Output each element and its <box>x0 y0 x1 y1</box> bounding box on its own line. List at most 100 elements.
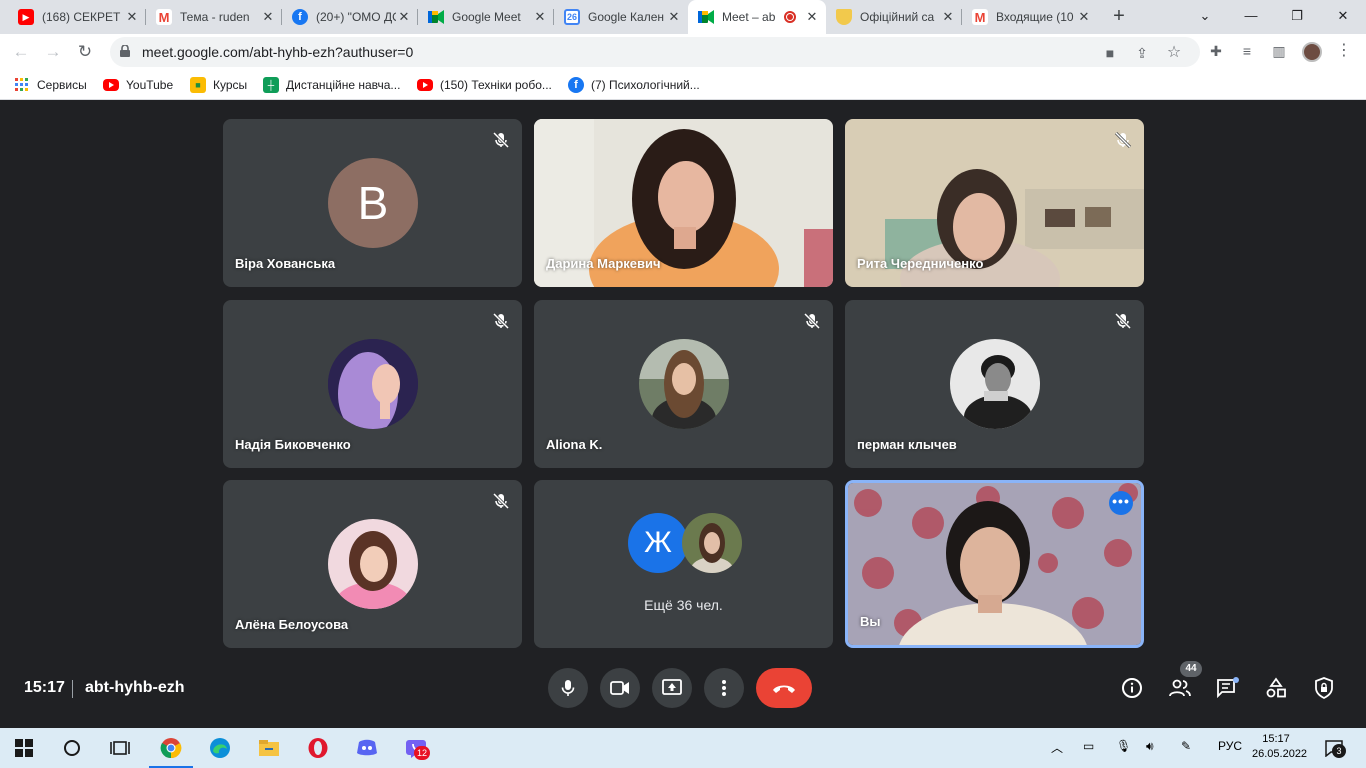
facebook-icon: f <box>292 9 308 25</box>
input-language[interactable]: РУС <box>1218 739 1242 753</box>
media-control-icon[interactable]: ≡ <box>1237 41 1257 61</box>
close-tab-icon[interactable]: ✕ <box>532 9 548 25</box>
mic-off-icon <box>492 492 510 510</box>
self-video <box>848 483 1141 645</box>
meeting-details-button[interactable] <box>1119 675 1145 701</box>
bookmark-techniques[interactable]: (150) Техніки робо... <box>417 76 552 94</box>
browser-tab-strip: ▶ (168) СЕКРЕТ ✕ M Тема - ruden ✕ f (20+… <box>0 0 1366 34</box>
tab-search-chevron-icon[interactable]: ⌄ <box>1182 0 1228 34</box>
reload-button[interactable]: ↻ <box>74 41 96 63</box>
chrome-icon[interactable] <box>149 736 193 768</box>
opera-icon[interactable] <box>306 736 330 760</box>
bookmark-youtube[interactable]: YouTube <box>103 76 173 94</box>
coat-of-arms-icon <box>836 9 852 25</box>
close-tab-icon[interactable]: ✕ <box>666 9 682 25</box>
extensions-icon[interactable]: ✚ <box>1206 41 1226 61</box>
tab-title: Офіційний са <box>860 10 935 24</box>
system-time: 15:17 <box>1262 733 1290 745</box>
host-controls-button[interactable] <box>1311 675 1337 701</box>
participant-tile[interactable]: В Віра Хованська <box>223 119 522 287</box>
activities-button[interactable] <box>1263 675 1289 701</box>
tab-youtube[interactable]: ▶ (168) СЕКРЕТ ✕ <box>8 4 146 30</box>
close-window-button[interactable]: ✕ <box>1320 0 1366 34</box>
tab-gmail-topic[interactable]: M Тема - ruden ✕ <box>146 4 282 30</box>
meeting-clock: 15:17 <box>24 679 65 696</box>
participant-name: перман клычев <box>857 437 957 452</box>
participant-tile[interactable]: Дарина Маркевич <box>534 119 833 287</box>
browser-menu-icon[interactable]: ⋮ <box>1334 41 1354 61</box>
shield-lock-icon <box>1315 677 1333 699</box>
camera-in-use-icon[interactable]: ■ <box>1100 43 1120 63</box>
activities-shapes-icon <box>1266 677 1286 698</box>
windows-taskbar: 12 ︿ ▭ 🎙︎ 🔊︎ ✎ РУС 15:17 26.05.2022 3 <box>0 728 1366 768</box>
task-view-icon[interactable] <box>108 736 132 760</box>
camera-button[interactable] <box>600 668 640 708</box>
side-panel-icon[interactable]: ▥ <box>1269 41 1289 61</box>
close-tab-icon[interactable]: ✕ <box>396 9 412 25</box>
google-meet-icon <box>428 9 444 25</box>
volume-icon[interactable]: 🔊︎ <box>1146 739 1154 754</box>
microphone-tray-icon[interactable]: 🎙︎ <box>1116 739 1131 753</box>
bookmark-label: (7) Психологічний... <box>591 78 700 92</box>
file-explorer-icon[interactable] <box>257 736 281 760</box>
viber-icon[interactable]: 12 <box>404 736 430 760</box>
gmail-icon: M <box>972 9 988 25</box>
bookmark-label: (150) Техніки робо... <box>440 78 552 92</box>
profile-avatar[interactable] <box>1302 42 1322 62</box>
classroom-icon: ■ <box>190 77 206 93</box>
system-clock[interactable]: 15:17 26.05.2022 <box>1252 732 1307 762</box>
close-tab-icon[interactable]: ✕ <box>940 9 956 25</box>
forward-button[interactable]: → <box>42 41 64 63</box>
tab-google-calendar[interactable]: 26 Google Кален ✕ <box>554 4 688 30</box>
bookmark-courses[interactable]: ■ Курсы <box>190 76 247 94</box>
tab-title: Тема - ruden <box>180 10 250 24</box>
close-tab-icon[interactable]: ✕ <box>124 9 140 25</box>
microphone-button[interactable] <box>548 668 588 708</box>
participant-tile[interactable]: Рита Чередниченко <box>845 119 1144 287</box>
new-tab-button[interactable]: + <box>1108 6 1130 28</box>
info-icon <box>1122 678 1142 698</box>
notification-center-icon[interactable]: 3 <box>1322 736 1346 760</box>
leave-call-button[interactable] <box>756 668 812 708</box>
pen-icon[interactable]: ✎ <box>1181 739 1191 753</box>
bookmark-psychology[interactable]: f (7) Психологічний... <box>568 76 700 94</box>
windows-start-icon[interactable] <box>12 736 36 760</box>
share-icon[interactable]: ⇪ <box>1132 43 1152 63</box>
participant-name: Алёна Белоусова <box>235 617 349 632</box>
more-options-icon[interactable]: ••• <box>1109 491 1133 515</box>
tab-facebook[interactable]: f (20+) "ОМО ДО ✕ <box>282 4 418 30</box>
more-participants-tile[interactable]: Ж Ещё 36 чел. <box>534 480 833 648</box>
edge-icon[interactable] <box>208 736 232 760</box>
bookmark-star-icon[interactable]: ☆ <box>1164 43 1184 63</box>
tab-google-meet[interactable]: Google Meet ✕ <box>418 4 554 30</box>
sheets-icon: ┼ <box>263 77 279 93</box>
discord-icon[interactable] <box>355 736 379 760</box>
restore-button[interactable]: ❐ <box>1274 0 1320 34</box>
tab-title: Meet – ab <box>722 10 776 24</box>
tab-gmail-inbox[interactable]: M Входящие (10 ✕ <box>962 4 1098 30</box>
self-view-tile[interactable]: ••• Вы <box>845 480 1144 648</box>
participant-tile[interactable]: перман клычев <box>845 300 1144 468</box>
browser-toolbar: ← → ↻ meet.google.com/abt-hyhb-ezh?authu… <box>0 34 1366 70</box>
chat-button[interactable] <box>1215 675 1241 701</box>
back-button[interactable]: ← <box>10 41 32 63</box>
tab-official-site[interactable]: Офіційний са ✕ <box>826 4 962 30</box>
tab-meet-active[interactable]: Meet – ab ✕ <box>688 0 826 34</box>
bookmark-services[interactable]: Сервисы <box>14 76 87 94</box>
close-tab-icon[interactable]: ✕ <box>260 9 276 25</box>
more-options-button[interactable] <box>704 668 744 708</box>
search-icon[interactable] <box>60 736 84 760</box>
close-tab-icon[interactable]: ✕ <box>1076 9 1092 25</box>
address-bar[interactable]: meet.google.com/abt-hyhb-ezh?authuser=0 … <box>110 37 1200 67</box>
present-screen-button[interactable] <box>652 668 692 708</box>
participant-tile[interactable]: Надія Биковченко <box>223 300 522 468</box>
lock-icon <box>120 45 130 57</box>
close-tab-icon[interactable]: ✕ <box>804 9 820 25</box>
participant-tile[interactable]: Алёна Белоусова <box>223 480 522 648</box>
people-button[interactable] <box>1167 675 1193 701</box>
bookmark-distance-learning[interactable]: ┼ Дистанційне навча... <box>263 76 400 94</box>
show-hidden-icons-chevron-icon[interactable]: ︿ <box>1051 739 1063 756</box>
battery-icon[interactable]: ▭ <box>1083 739 1094 753</box>
minimize-button[interactable]: — <box>1228 0 1274 34</box>
participant-tile[interactable]: Aliona K. <box>534 300 833 468</box>
